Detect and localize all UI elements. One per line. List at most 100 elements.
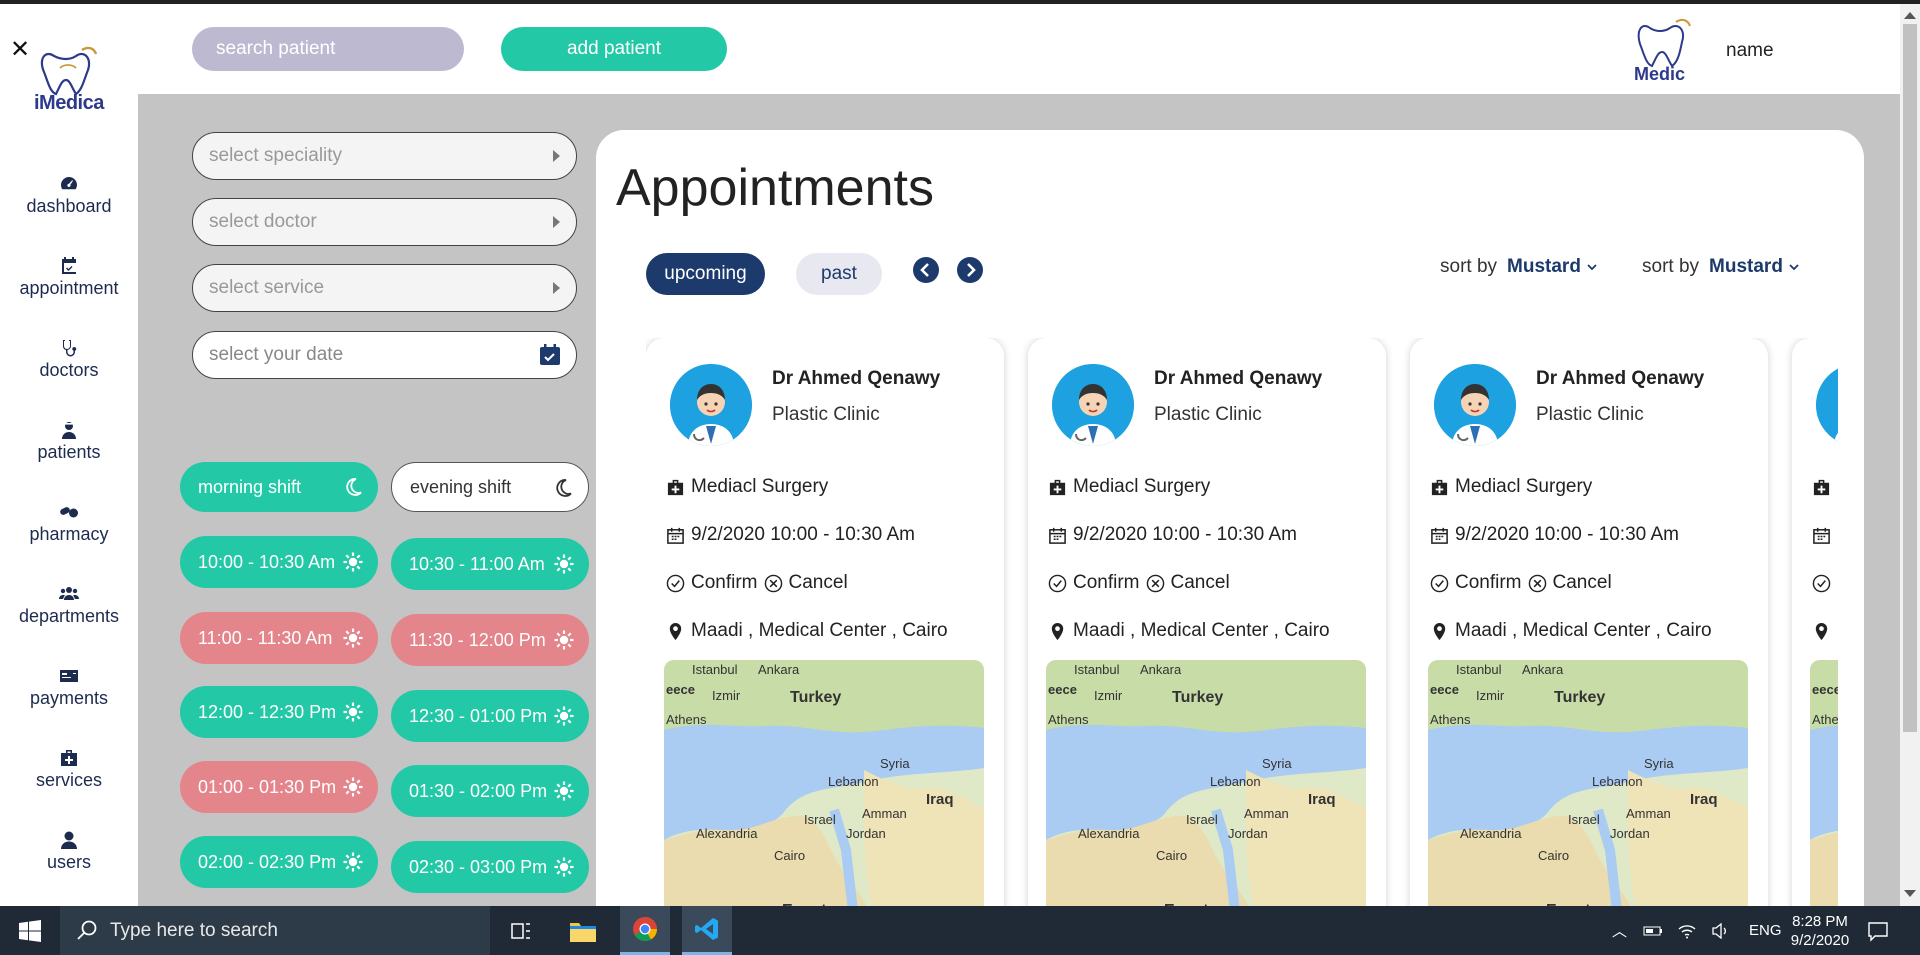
- scroll-down-arrow-icon[interactable]: [1904, 890, 1916, 897]
- svg-text:Lebanon: Lebanon: [1210, 774, 1261, 789]
- sidebar-item-payments[interactable]: payments: [0, 646, 138, 728]
- evening-shift-toggle[interactable]: evening shift: [391, 462, 589, 512]
- svg-text:Ankara: Ankara: [758, 662, 800, 677]
- time-slot-button[interactable]: 01:30 - 02:00 Pm: [391, 765, 589, 817]
- task-view-icon[interactable]: [496, 906, 546, 955]
- file-explorer-icon[interactable]: [558, 906, 608, 955]
- chrome-icon[interactable]: [620, 906, 670, 955]
- tachometer-icon: [61, 176, 77, 189]
- svg-text:Istanbul: Istanbul: [692, 662, 738, 677]
- svg-text:Israel: Israel: [804, 812, 836, 827]
- scroll-up-arrow-icon[interactable]: [1904, 12, 1916, 19]
- sidebar-item-doctors[interactable]: doctors: [0, 318, 138, 400]
- volume-icon[interactable]: [1711, 922, 1731, 939]
- appointment-card[interactable]: Dr Ahmed QenawyPlastic ClinicMediacl Sur…: [1410, 338, 1768, 906]
- calendar-icon[interactable]: [538, 343, 562, 367]
- svg-text:Istanbul: Istanbul: [1456, 662, 1502, 677]
- pills-icon: [60, 506, 78, 517]
- moon-icon: [346, 478, 362, 496]
- appointment-datetime: 9/2/2020 10:00 - 10:30 Am: [1073, 524, 1297, 545]
- appointment-cards: Dr Ahmed Qenawy Plastic Clinic Mediacl Sur…: [646, 338, 1838, 906]
- time-slot-button[interactable]: 01:00 - 01:30 Pm: [180, 761, 378, 813]
- confirm-label: Confirm: [1073, 572, 1140, 593]
- scroll-thumb[interactable]: [1903, 24, 1917, 732]
- sidebar-item-users[interactable]: users: [0, 810, 138, 892]
- service-select[interactable]: select service: [192, 264, 577, 312]
- tab-upcoming[interactable]: upcoming: [646, 253, 765, 295]
- sidebar-item-services[interactable]: services: [0, 728, 138, 810]
- time-slot-button[interactable]: 11:30 - 12:00 Pm: [391, 614, 589, 666]
- location-map[interactable]: IstanbulAnkaraeeceIzmirTurkeyAthensSyria…: [664, 660, 984, 906]
- date-picker-field[interactable]: select your date: [192, 331, 577, 379]
- add-patient-button[interactable]: add patient: [501, 27, 727, 71]
- sidebar-item-dashboard[interactable]: dashboard: [0, 154, 138, 236]
- appointment-card[interactable]: Dr Ahmed QenawyPlastic ClinicMediacl Sur…: [1792, 338, 1838, 906]
- time-slot-button[interactable]: 10:30 - 11:00 Am: [391, 538, 589, 590]
- sort-dropdown-1[interactable]: sort by Mustard: [1440, 256, 1597, 278]
- evening-shift-label: evening shift: [410, 476, 512, 497]
- doctor-select[interactable]: select doctor: [192, 198, 577, 246]
- sun-icon: [343, 628, 363, 648]
- time-slot-button[interactable]: 12:00 - 12:30 Pm: [180, 686, 378, 738]
- wifi-icon[interactable]: [1677, 923, 1697, 939]
- time-slot-button[interactable]: 02:00 - 02:30 Pm: [180, 836, 378, 888]
- search-icon: [77, 920, 97, 940]
- battery-icon[interactable]: [1643, 925, 1663, 937]
- sidebar-item-pharmacy[interactable]: pharmacy: [0, 482, 138, 564]
- cancel-button[interactable]: Cancel: [1146, 572, 1230, 594]
- confirm-button[interactable]: Confirm: [1430, 572, 1522, 594]
- profile-name[interactable]: name: [1726, 40, 1774, 62]
- sort-dropdown-2[interactable]: sort by Mustard: [1642, 256, 1799, 278]
- sidebar-item-appointment[interactable]: appointment: [0, 236, 138, 318]
- tab-past[interactable]: past: [796, 253, 882, 295]
- vscode-icon[interactable]: [682, 906, 732, 955]
- confirm-button[interactable]: Confirm: [1812, 572, 1838, 594]
- prev-arrow-icon[interactable]: [913, 257, 939, 283]
- time-slot-button[interactable]: 11:00 - 11:30 Am: [180, 612, 378, 664]
- chevron-up-icon[interactable]: ︿: [1612, 920, 1627, 941]
- service-name: Mediacl Surgery: [1073, 476, 1211, 497]
- system-tray: ︿ ENG: [1612, 906, 1782, 955]
- confirm-label: Confirm: [1455, 572, 1522, 593]
- time-slot-button[interactable]: 10:00 - 10:30 Am: [180, 536, 378, 588]
- sidebar-item-label: patients: [37, 441, 101, 462]
- page-scrollbar[interactable]: [1900, 4, 1920, 906]
- time-slot-button[interactable]: 12:30 - 01:00 Pm: [391, 690, 589, 742]
- location-map[interactable]: IstanbulAnkaraeeceIzmirTurkeyAthensSyria…: [1046, 660, 1366, 906]
- search-patient-input[interactable]: [192, 27, 464, 71]
- svg-text:Cairo: Cairo: [774, 848, 805, 863]
- first-aid-kit-icon: [1049, 479, 1066, 495]
- service-name: Mediacl Surgery: [1455, 476, 1593, 497]
- windows-start-icon[interactable]: [19, 920, 41, 942]
- time-slot-button[interactable]: 02:30 - 03:00 Pm: [391, 841, 589, 893]
- cancel-button[interactable]: Cancel: [764, 572, 848, 594]
- sidebar-item-label: departments: [18, 605, 120, 626]
- morning-shift-toggle[interactable]: morning shift: [180, 462, 378, 512]
- sidebar-item-label: pharmacy: [29, 523, 109, 544]
- confirm-button[interactable]: Confirm: [1048, 572, 1140, 594]
- svg-text:eece: eece: [666, 682, 695, 697]
- confirm-label: Confirm: [691, 572, 758, 593]
- confirm-button[interactable]: Confirm: [666, 572, 758, 594]
- svg-text:Turkey: Turkey: [790, 689, 841, 706]
- appointment-card[interactable]: Dr Ahmed QenawyPlastic ClinicMediacl Sur…: [646, 338, 1004, 906]
- svg-text:Turkey: Turkey: [1172, 689, 1223, 706]
- profile-avatar[interactable]: Medic: [1630, 18, 1694, 84]
- appointment-card[interactable]: Dr Ahmed QenawyPlastic ClinicMediacl Sur…: [1028, 338, 1386, 906]
- speciality-select[interactable]: select speciality: [192, 132, 577, 180]
- taskbar-clock[interactable]: 8:28 PM 9/2/2020: [1770, 912, 1870, 950]
- user-icon: [61, 831, 77, 849]
- sidebar-item-departments[interactable]: departments: [0, 564, 138, 646]
- location-map[interactable]: IstanbulAnkaraeeceIzmirTurkeyAthensSyria…: [1428, 660, 1748, 906]
- next-arrow-icon[interactable]: [957, 257, 983, 283]
- cancel-button[interactable]: Cancel: [1528, 572, 1612, 594]
- svg-text:Syria: Syria: [1262, 756, 1292, 771]
- cancel-label: Cancel: [1552, 572, 1612, 593]
- notification-icon[interactable]: [1866, 919, 1890, 943]
- location-map[interactable]: IstanbulAnkaraeeceIzmirTurkeyAthensSyria…: [1810, 660, 1838, 906]
- datetime-row: 9/2/2020 10:00 - 10:30 Am: [666, 524, 915, 546]
- doctor-name: Dr Ahmed Qenawy: [1154, 368, 1323, 389]
- sidebar-item-patients[interactable]: patients: [0, 400, 138, 482]
- close-icon[interactable]: ✕: [10, 38, 30, 62]
- taskbar-search[interactable]: Type here to search: [60, 906, 490, 955]
